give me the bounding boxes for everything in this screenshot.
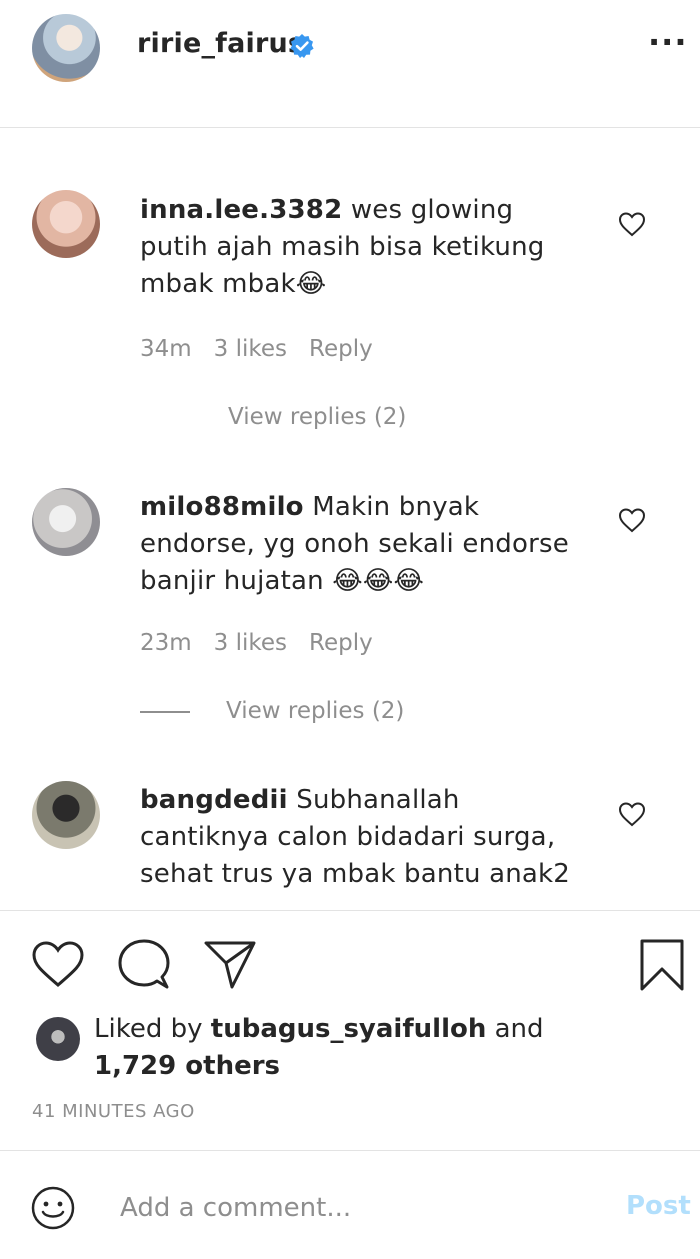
- comment-bubble-icon[interactable]: [116, 937, 172, 991]
- commenter-avatar[interactable]: [32, 781, 100, 849]
- save-bookmark-icon[interactable]: [638, 937, 686, 993]
- liked-by-others[interactable]: 1,729 others: [94, 1051, 280, 1081]
- share-paper-plane-icon[interactable]: [202, 939, 258, 991]
- like-comment-heart-icon[interactable]: [618, 801, 646, 827]
- liked-by-prefix: Liked by: [94, 1014, 203, 1044]
- liker-avatar[interactable]: [36, 1017, 80, 1061]
- comment-item: bangdedii Subhanallah cantiknya calon bi…: [0, 0, 700, 910]
- comment-input[interactable]: [118, 1187, 592, 1229]
- post-comment-button[interactable]: Post: [626, 1191, 691, 1221]
- liked-by-text: Liked by tubagus_syaifulloh and 1,729 ot…: [94, 1011, 614, 1085]
- liked-by-user[interactable]: tubagus_syaifulloh: [211, 1014, 487, 1044]
- like-heart-icon[interactable]: [30, 939, 86, 989]
- post-actions: Liked by tubagus_syaifulloh and 1,729 ot…: [0, 910, 700, 1150]
- add-comment-bar: Post: [0, 1150, 700, 1259]
- comment-text: bangdedii Subhanallah cantiknya calon bi…: [140, 782, 580, 893]
- post-timestamp: 41 MINUTES AGO: [32, 1101, 195, 1122]
- emoji-smiley-icon[interactable]: [30, 1185, 76, 1231]
- comment-username[interactable]: bangdedii: [140, 785, 288, 815]
- liked-by-and: and: [494, 1014, 544, 1044]
